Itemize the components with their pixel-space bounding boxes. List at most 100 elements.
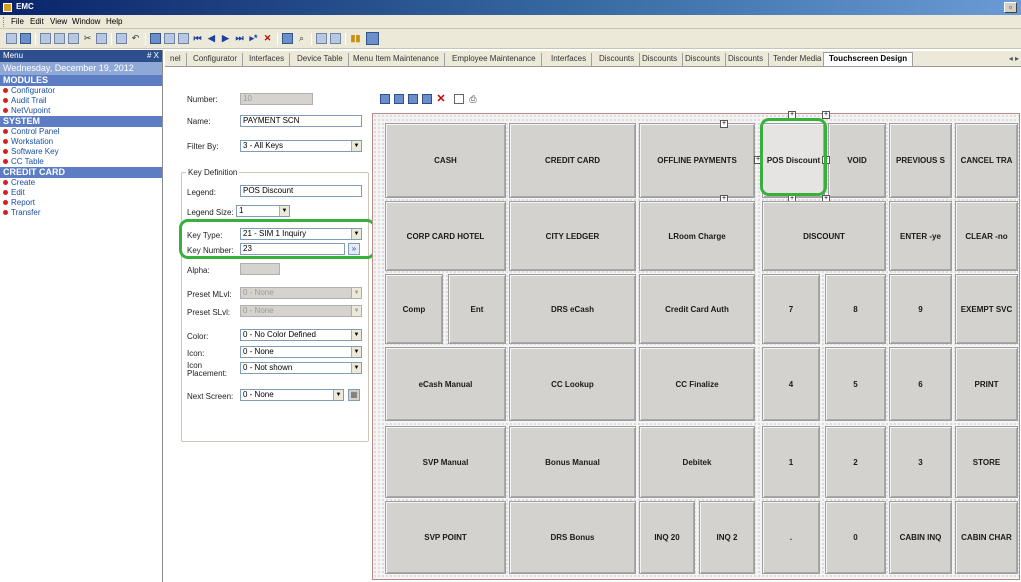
tab-device-table[interactable]: Device Table	[292, 53, 349, 66]
key-drs-bonus[interactable]: DRS Bonus	[509, 501, 636, 574]
icon-select[interactable]: 0 - None ▼	[240, 346, 362, 358]
form2-icon[interactable]	[178, 33, 189, 44]
key-3[interactable]: 3	[889, 426, 952, 498]
key-discount[interactable]: DISCOUNT	[762, 201, 886, 271]
key-2[interactable]: 2	[825, 426, 886, 498]
key-debitek[interactable]: Debitek	[639, 426, 755, 498]
menu-file[interactable]: File	[11, 17, 24, 26]
tab-menu-item-maintenance[interactable]: Menu Item Maintenance	[348, 53, 445, 66]
align-right-icon[interactable]	[408, 94, 418, 104]
copy-icon[interactable]	[96, 33, 107, 44]
key-void[interactable]: VOID	[828, 123, 886, 198]
key-inq-20[interactable]: INQ 20	[639, 501, 695, 574]
icon-placement-select[interactable]: 0 - Not shown ▼	[240, 362, 362, 374]
key-5[interactable]: 5	[825, 347, 886, 421]
section-system[interactable]: SYSTEM	[0, 116, 162, 127]
pin-close-icon[interactable]: # X	[147, 51, 159, 60]
key-exempt-svc[interactable]: EXEMPT SVC	[955, 274, 1018, 344]
name-field[interactable]: PAYMENT SCN	[240, 115, 362, 127]
key-7[interactable]: 7	[762, 274, 820, 344]
key-4[interactable]: 4	[762, 347, 820, 421]
menu-item-edit[interactable]: Edit	[0, 188, 162, 198]
tab-scroll-arrows[interactable]: ◂ ▸	[1009, 54, 1019, 63]
tab-discounts-2[interactable]: Discounts	[637, 53, 684, 66]
section-credit-card[interactable]: CREDIT CARD	[0, 167, 162, 178]
menu-item-netvupoint[interactable]: NetVupoint	[0, 106, 162, 116]
menu-item-configurator[interactable]: Configurator	[0, 86, 162, 96]
delete-key-icon[interactable]: ✕	[436, 94, 446, 105]
menu-item-control-panel[interactable]: Control Panel	[0, 127, 162, 137]
tab-tender-media[interactable]: Tender Media	[768, 53, 828, 66]
key-1[interactable]: 1	[762, 426, 820, 498]
menu-item-cc-table[interactable]: CC Table	[0, 157, 162, 167]
key-drs-ecash[interactable]: DRS eCash	[509, 274, 636, 344]
next-screen-grid-icon[interactable]: ▦	[348, 389, 360, 401]
delete-icon[interactable]: ✕	[262, 33, 273, 44]
first-record-icon[interactable]: ⏮	[192, 33, 203, 44]
key-svp-manual[interactable]: SVP Manual	[385, 426, 506, 498]
key-cash[interactable]: CASH	[385, 123, 506, 198]
tool-icon-1[interactable]	[6, 33, 17, 44]
align-left-icon[interactable]	[380, 94, 390, 104]
dropdown-arrow-icon[interactable]: ▼	[351, 330, 361, 340]
form-icon[interactable]	[164, 33, 175, 44]
bars-icon[interactable]: ▮▮	[350, 33, 361, 44]
key-6[interactable]: 6	[889, 347, 952, 421]
menu-item-create[interactable]: Create	[0, 178, 162, 188]
key-cancel-tra[interactable]: CANCEL TRA	[955, 123, 1018, 198]
tab-discounts-4[interactable]: Discounts	[723, 53, 770, 66]
key-store[interactable]: STORE	[955, 426, 1018, 498]
resize-handle-icon[interactable]: +	[720, 120, 728, 128]
preview-screen-icon[interactable]	[454, 94, 464, 104]
tab-interfaces[interactable]: Interfaces	[244, 53, 291, 66]
binoculars-icon[interactable]: ⌕	[296, 33, 307, 44]
save-icon[interactable]	[40, 33, 51, 44]
key-previous-s[interactable]: PREVIOUS S	[889, 123, 952, 198]
touchscreen-icon[interactable]	[366, 32, 379, 45]
last-record-icon[interactable]: ⏭	[234, 33, 245, 44]
next-screen-select[interactable]: 0 - None ▼	[240, 389, 344, 401]
tab-employee-maintenance[interactable]: Employee Maintenance	[447, 53, 542, 66]
dropdown-arrow-icon[interactable]: ▼	[351, 363, 361, 373]
key-credit-card-auth[interactable]: Credit Card Auth	[639, 274, 755, 344]
help-icon[interactable]	[330, 33, 341, 44]
tool-icon-2[interactable]	[20, 33, 31, 44]
key-cc-finalize[interactable]: CC Finalize	[639, 347, 755, 421]
key-cabin-inq[interactable]: CABIN INQ	[889, 501, 952, 574]
table-icon[interactable]	[282, 33, 293, 44]
menu-window[interactable]: Window	[72, 17, 100, 26]
tab-configurator[interactable]: Configurator	[188, 53, 244, 66]
key-bonus-manual[interactable]: Bonus Manual	[509, 426, 636, 498]
legend-field[interactable]: POS Discount	[240, 185, 362, 197]
key-corp-card-hotel[interactable]: CORP CARD HOTEL	[385, 201, 506, 271]
key-credit-card[interactable]: CREDIT CARD	[509, 123, 636, 198]
menu-edit[interactable]: Edit	[30, 17, 44, 26]
key-decimal[interactable]: .	[762, 501, 820, 574]
key-city-ledger[interactable]: CITY LEDGER	[509, 201, 636, 271]
key-cabin-char[interactable]: CABIN CHAR	[955, 501, 1018, 574]
next-record-icon[interactable]: ▶	[220, 33, 231, 44]
key-comp[interactable]: Comp	[385, 274, 443, 344]
tab-discounts-3[interactable]: Discounts	[680, 53, 727, 66]
key-print[interactable]: PRINT	[955, 347, 1018, 421]
paste-icon[interactable]	[116, 33, 127, 44]
key-cc-lookup[interactable]: CC Lookup	[509, 347, 636, 421]
key-9[interactable]: 9	[889, 274, 952, 344]
new-record-icon[interactable]: ▸*	[248, 33, 259, 44]
menu-item-workstation[interactable]: Workstation	[0, 137, 162, 147]
menu-item-transfer[interactable]: Transfer	[0, 208, 162, 218]
dropdown-arrow-icon[interactable]: ▼	[279, 206, 289, 216]
align-center-icon[interactable]	[394, 94, 404, 104]
key-offline-payments[interactable]: OFFLINE PAYMENTS	[639, 123, 755, 198]
key-ent[interactable]: Ent	[448, 274, 506, 344]
key-svp-point[interactable]: SVP POINT	[385, 501, 506, 574]
cut-icon[interactable]: ✂	[82, 33, 93, 44]
dropdown-arrow-icon[interactable]: ▼	[351, 141, 361, 151]
print-icon[interactable]	[54, 33, 65, 44]
key-enter-yes[interactable]: ENTER -ye	[889, 201, 952, 271]
menu-help[interactable]: Help	[106, 17, 122, 26]
key-ecash-manual[interactable]: eCash Manual	[385, 347, 506, 421]
menu-item-software-key[interactable]: Software Key	[0, 147, 162, 157]
key-lroom-charge[interactable]: LRoom Charge	[639, 201, 755, 271]
color-select[interactable]: 0 - No Color Defined ▼	[240, 329, 362, 341]
